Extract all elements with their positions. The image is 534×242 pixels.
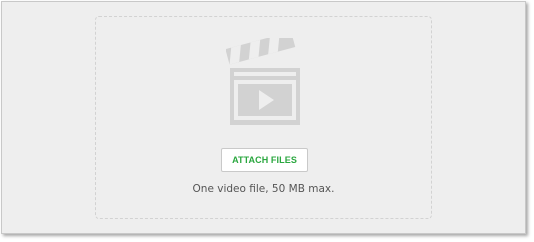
video-clapperboard-icon — [226, 38, 300, 125]
upload-hint: One video file, 50 MB max. — [192, 183, 335, 195]
attach-files-button[interactable]: ATTACH FILES — [221, 148, 308, 172]
